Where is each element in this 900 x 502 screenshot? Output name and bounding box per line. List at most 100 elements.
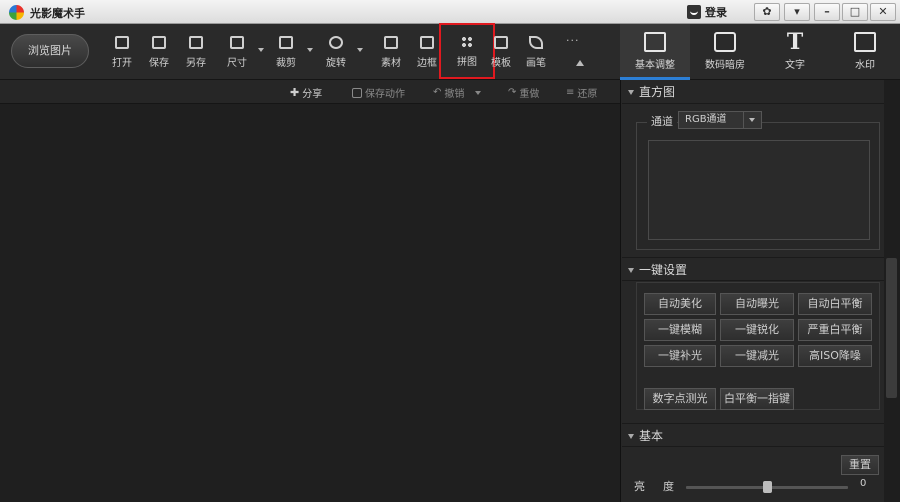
tab-watermark-label: 水印 (855, 60, 875, 71)
share-button[interactable]: ✚ 分享 (290, 85, 322, 100)
app-title: 光影魔术手 (30, 7, 85, 20)
undo-dropdown-icon[interactable] (475, 90, 482, 95)
more-tools-button[interactable]: ··· (566, 34, 580, 47)
rotate-label: 旋转 (326, 58, 346, 69)
auto-white-balance-button[interactable]: 自动白平衡 (798, 293, 872, 315)
histogram-section-header[interactable]: 直方图 (622, 80, 884, 104)
save-as-button[interactable]: 另存 (178, 30, 214, 74)
camera-icon (714, 32, 736, 52)
tab-text-label: 文字 (785, 60, 805, 71)
restore-icon: ≡ (566, 87, 575, 98)
brush-button[interactable]: 画笔 (518, 30, 554, 74)
tab-text[interactable]: T 文字 (760, 24, 830, 80)
resize-label: 尺寸 (227, 58, 247, 69)
one-click-sharpen-button[interactable]: 一键锐化 (720, 319, 794, 341)
skin-icon[interactable]: ✿ (754, 3, 780, 21)
brightness-label: 亮度 (634, 480, 692, 493)
histogram-title: 直方图 (639, 85, 676, 99)
menu-dropdown-icon[interactable]: ▾ (784, 3, 810, 21)
save-action-label: 保存动作 (365, 89, 405, 100)
channel-label: 通道 (647, 113, 677, 129)
resize-icon (230, 36, 244, 49)
save-as-label: 另存 (186, 58, 206, 69)
title-bar: 光影魔术手 登录 ✿ ▾ – □ ✕ (0, 0, 900, 24)
maximize-button[interactable]: □ (842, 3, 868, 21)
collapse-arrow-icon (628, 90, 634, 95)
tab-basic-adjust[interactable]: 基本调整 (620, 24, 690, 80)
brightness-slider-handle[interactable] (763, 481, 772, 493)
border-label: 边框 (417, 58, 437, 69)
action-bar: ✚ 分享 保存动作 ↶ 撤销 ↷ 重做 ≡ 还原 (0, 80, 620, 104)
one-click-reduce-light-button[interactable]: 一键减光 (720, 345, 794, 367)
one-click-section-header[interactable]: 一键设置 (622, 257, 884, 281)
save-action-button[interactable]: 保存动作 (352, 85, 405, 100)
panel-scrollbar-thumb[interactable] (886, 258, 897, 398)
brush-icon (529, 36, 543, 49)
undo-label: 撤销 (444, 89, 465, 100)
close-button[interactable]: ✕ (870, 3, 896, 21)
crop-label: 裁剪 (276, 58, 296, 69)
template-icon (494, 36, 508, 49)
text-icon: T (786, 29, 804, 55)
restore-button[interactable]: ≡ 还原 (566, 85, 597, 100)
expand-toolbar-icon[interactable] (576, 60, 584, 66)
border-icon (420, 36, 434, 49)
white-balance-one-touch-button[interactable]: 白平衡一指键 (720, 388, 794, 410)
open-button[interactable]: 打开 (104, 30, 140, 74)
open-icon (115, 36, 129, 49)
tab-digital-darkroom[interactable]: 数码暗房 (690, 24, 760, 80)
save-label: 保存 (149, 58, 169, 69)
strong-white-balance-button[interactable]: 严重白平衡 (798, 319, 872, 341)
material-button[interactable]: 素材 (373, 30, 409, 74)
histogram-graph (648, 140, 870, 240)
spot-metering-button[interactable]: 数字点测光 (644, 388, 716, 410)
collapse-arrow-icon (628, 434, 634, 439)
open-label: 打开 (112, 58, 132, 69)
redo-button[interactable]: ↷ 重做 (508, 85, 539, 100)
collage-grid-icon (461, 36, 473, 48)
reset-button[interactable]: 重置 (841, 455, 879, 475)
template-button[interactable]: 模板 (483, 30, 519, 74)
save-button[interactable]: 保存 (141, 30, 177, 74)
app-logo-icon (9, 5, 24, 20)
rotate-icon (329, 36, 343, 49)
image-canvas[interactable] (0, 104, 620, 502)
undo-button[interactable]: ↶ 撤销 (433, 85, 482, 100)
save-action-icon (352, 87, 362, 98)
browse-images-button[interactable]: 浏览图片 (11, 34, 89, 68)
login-label: 登录 (705, 6, 727, 19)
minimize-button[interactable]: – (814, 3, 840, 21)
border-button[interactable]: 边框 (409, 30, 445, 74)
auto-beautify-button[interactable]: 自动美化 (644, 293, 716, 315)
material-icon (384, 36, 398, 49)
one-click-title: 一键设置 (639, 263, 688, 277)
basic-section-header[interactable]: 基本 (622, 423, 884, 447)
rotate-dropdown-icon[interactable] (357, 48, 363, 52)
channel-select-value: RGB通道 (685, 114, 727, 125)
brush-label: 画笔 (526, 58, 546, 69)
crop-dropdown-icon[interactable] (307, 48, 313, 52)
crop-button[interactable]: 裁剪 (268, 30, 304, 74)
share-icon: ✚ (290, 86, 300, 99)
crop-icon (279, 36, 293, 49)
resize-button[interactable]: 尺寸 (219, 30, 255, 74)
watermark-icon (854, 32, 876, 52)
collapse-arrow-icon (628, 268, 634, 273)
restore-label: 还原 (577, 89, 598, 100)
resize-dropdown-icon[interactable] (258, 48, 264, 52)
undo-icon: ↶ (433, 87, 442, 98)
one-click-fill-light-button[interactable]: 一键补光 (644, 345, 716, 367)
tab-watermark[interactable]: 水印 (830, 24, 900, 80)
channel-select[interactable]: RGB通道 (678, 111, 762, 129)
share-label: 分享 (302, 89, 323, 100)
high-iso-denoise-button[interactable]: 高ISO降噪 (798, 345, 872, 367)
one-click-blur-button[interactable]: 一键模糊 (644, 319, 716, 341)
rotate-button[interactable]: 旋转 (318, 30, 354, 74)
edit-icon (644, 32, 666, 52)
tab-digital-darkroom-label: 数码暗房 (705, 60, 745, 71)
main-toolbar: 浏览图片 打开 保存 另存 尺寸 裁剪 旋转 素材 边框 拼图 模板 画笔 ··… (0, 23, 620, 80)
login-button[interactable]: 登录 (687, 3, 727, 21)
brightness-value: 0 (860, 478, 867, 489)
tab-basic-adjust-label: 基本调整 (635, 60, 675, 71)
auto-exposure-button[interactable]: 自动曝光 (720, 293, 794, 315)
